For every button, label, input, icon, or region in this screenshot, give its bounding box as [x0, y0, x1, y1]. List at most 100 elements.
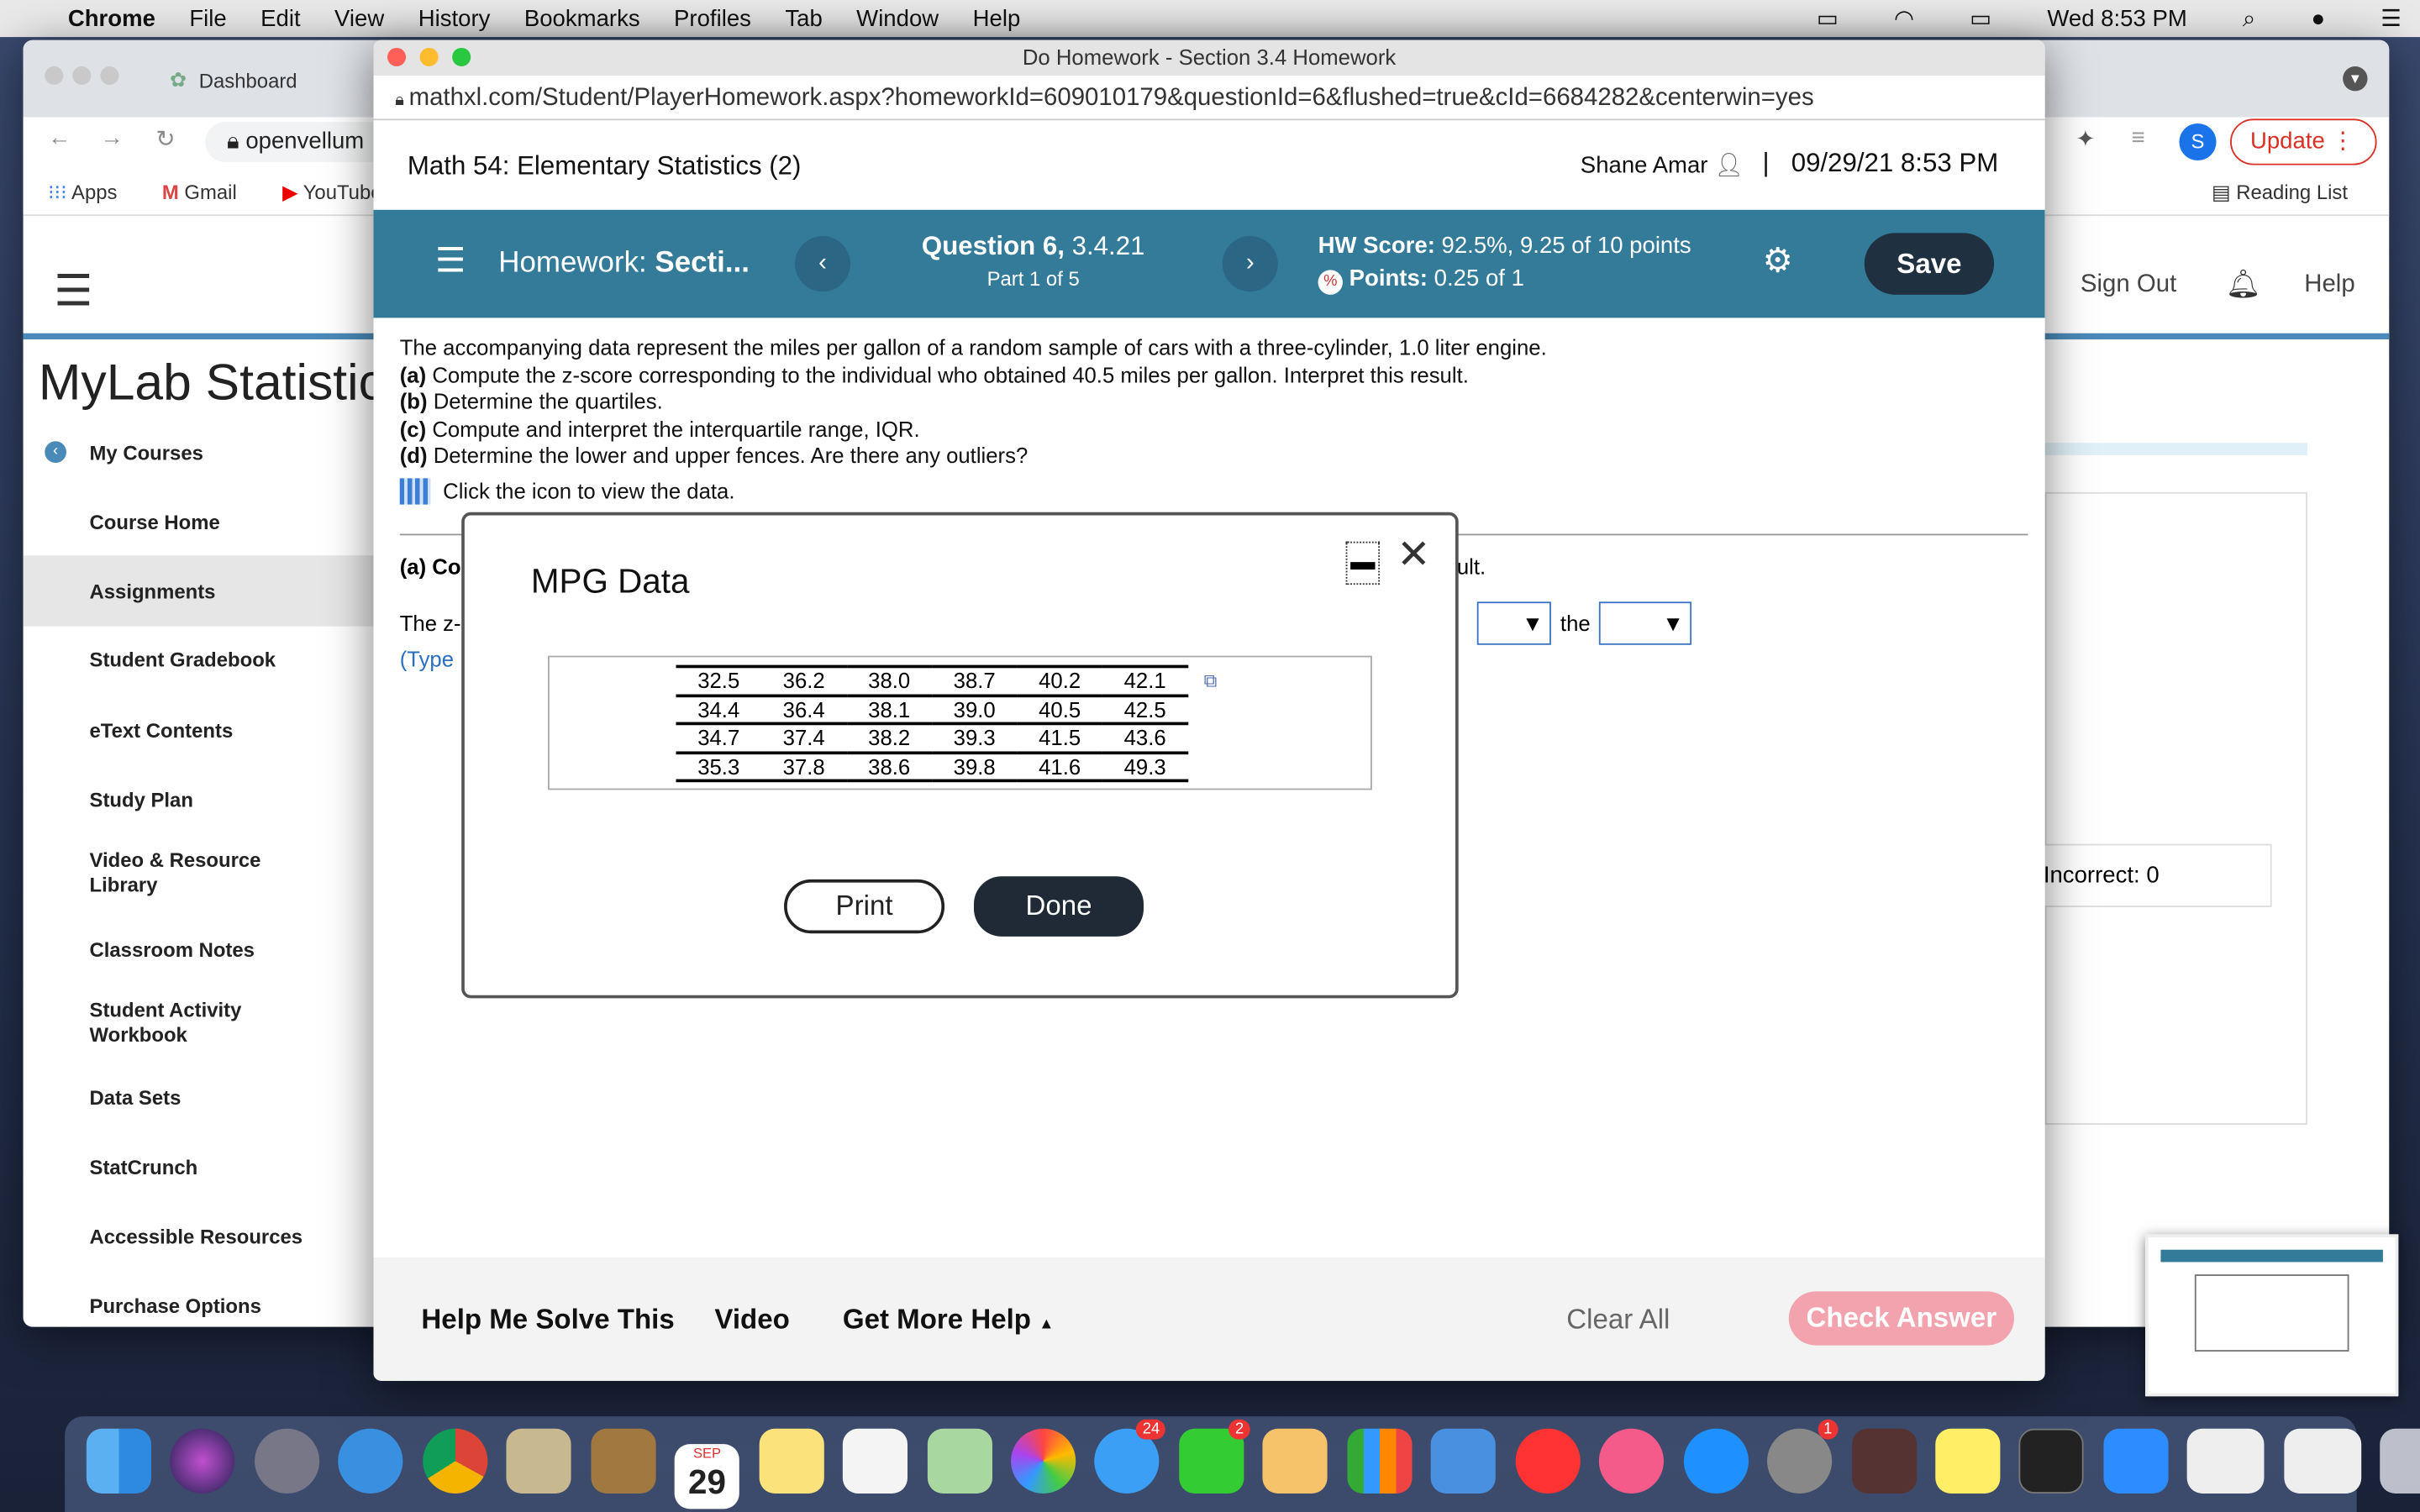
airplay-icon[interactable]: ▭	[1817, 5, 1839, 33]
homework-title[interactable]: Homework: Secti...	[498, 247, 750, 281]
pages-icon[interactable]	[1263, 1428, 1328, 1494]
menu-app[interactable]: Chrome	[68, 5, 155, 31]
app-store-icon[interactable]	[1683, 1428, 1749, 1494]
safari-icon[interactable]	[338, 1428, 404, 1494]
video-button[interactable]: Video	[714, 1304, 789, 1336]
done-button[interactable]: Done	[973, 876, 1144, 937]
sidebar-item-video-library[interactable]: Video & Resource Library	[90, 848, 291, 898]
zoom-icon[interactable]	[2103, 1428, 2169, 1494]
mail-icon[interactable]	[506, 1428, 572, 1494]
maps-icon[interactable]	[927, 1428, 992, 1494]
news-icon[interactable]	[1515, 1428, 1581, 1494]
clear-all-button[interactable]: Clear All	[1566, 1304, 1670, 1336]
siri-icon[interactable]: ●	[2311, 5, 2325, 31]
menu-icon[interactable]: ☰	[435, 241, 466, 281]
sidebar-item-data-sets[interactable]: Data Sets	[90, 1086, 182, 1110]
menu-window[interactable]: Window	[856, 5, 939, 31]
recent-document-icon[interactable]	[2187, 1428, 2265, 1494]
get-more-help-button[interactable]: Get More Help ▲	[843, 1304, 1055, 1336]
data-link[interactable]: Click the icon to view the data.	[399, 477, 1547, 506]
finder-icon[interactable]	[86, 1428, 151, 1494]
zoom-window-button[interactable]	[452, 47, 471, 66]
update-button[interactable]: Update ⋮	[2230, 118, 2377, 165]
contacts-icon[interactable]	[590, 1428, 656, 1494]
sidebar-item-activity-workbook[interactable]: Student Activity Workbook	[90, 998, 291, 1047]
media-icon[interactable]: ≡	[2132, 125, 2145, 151]
trash-icon[interactable]	[2380, 1428, 2420, 1494]
launchpad-icon[interactable]	[254, 1428, 320, 1494]
close-window-button[interactable]	[387, 47, 407, 66]
sidebar-item-assignments[interactable]: Assignments	[90, 580, 216, 605]
sidebar-item-study-plan[interactable]: Study Plan	[90, 789, 193, 813]
data-table-icon[interactable]	[399, 478, 431, 506]
bookmark-apps[interactable]: ⁝⁝⁝ Apps	[48, 181, 118, 205]
answer-dropdown-2[interactable]: ▼	[1598, 601, 1692, 645]
music-icon[interactable]	[1599, 1428, 1665, 1494]
sidebar-item-purchase-options[interactable]: Purchase Options	[90, 1294, 261, 1319]
back-icon[interactable]: ←	[48, 125, 71, 151]
recent-document-icon[interactable]	[2283, 1428, 2361, 1494]
help-me-solve-button[interactable]: Help Me Solve This	[421, 1304, 674, 1336]
wifi-icon[interactable]: ◠	[1894, 5, 1914, 33]
forward-icon[interactable]: →	[100, 125, 124, 151]
next-question-button[interactable]: ›	[1222, 236, 1278, 292]
menu-file[interactable]: File	[189, 5, 226, 31]
profile-avatar[interactable]: S	[2179, 123, 2217, 161]
photos-icon[interactable]	[1011, 1428, 1076, 1494]
sidebar-item-course-home[interactable]: Course Home	[90, 511, 220, 535]
chrome-icon[interactable]	[422, 1428, 488, 1494]
menu-profiles[interactable]: Profiles	[674, 5, 751, 31]
notes-icon[interactable]	[758, 1428, 824, 1494]
check-answer-button[interactable]: Check Answer	[1788, 1291, 2014, 1346]
bookmark-gmail[interactable]: M Gmail	[162, 181, 237, 204]
menu-help[interactable]: Help	[973, 5, 1021, 31]
hamburger-menu-icon[interactable]: ☰	[54, 265, 92, 317]
print-button[interactable]: Print	[784, 879, 945, 934]
bookmark-youtube[interactable]: ▶ YouTube	[282, 181, 381, 205]
menu-bookmarks[interactable]: Bookmarks	[524, 5, 640, 31]
menu-view[interactable]: View	[334, 5, 384, 31]
messages-icon[interactable]: 24	[1095, 1419, 1166, 1494]
keynote-icon[interactable]	[1431, 1428, 1497, 1494]
sidebar-item-gradebook[interactable]: Student Gradebook	[90, 648, 276, 672]
activity-monitor-icon[interactable]	[2019, 1428, 2085, 1494]
sidebar-item-etext[interactable]: eText Contents	[90, 719, 234, 743]
collapse-icon[interactable]: ‹	[45, 441, 66, 464]
photo-booth-icon[interactable]	[1851, 1428, 1917, 1494]
clock[interactable]: Wed 8:53 PM	[2047, 5, 2186, 31]
reload-icon[interactable]: ↻	[156, 125, 176, 153]
minimize-window-button[interactable]	[419, 47, 439, 66]
tab-dashboard[interactable]: ✿ Dashboard	[170, 55, 386, 105]
previous-question-button[interactable]: ‹	[794, 236, 851, 292]
search-icon[interactable]: ⌕	[2243, 5, 2255, 31]
screenshot-thumbnail[interactable]	[2145, 1234, 2399, 1397]
sidebar-item-statcrunch[interactable]: StatCrunch	[90, 1156, 198, 1180]
sidebar-item-accessible-resources[interactable]: Accessible Resources	[90, 1225, 303, 1249]
extensions-icon[interactable]: ✦	[2075, 125, 2095, 153]
reminders-icon[interactable]	[842, 1428, 908, 1494]
siri-icon[interactable]	[170, 1428, 236, 1494]
numbers-icon[interactable]	[1347, 1428, 1413, 1494]
copy-data-icon[interactable]: ⧉	[1204, 669, 1218, 693]
reading-list[interactable]: ▤ Reading List	[2212, 181, 2348, 205]
system-preferences-icon[interactable]: 1	[1767, 1419, 1839, 1494]
notifications-bell-icon[interactable]: 🔔︎	[2226, 269, 2261, 302]
close-dialog-icon[interactable]: ✕	[1397, 531, 1430, 579]
tab-search-icon[interactable]: ▼	[2343, 66, 2368, 92]
save-button[interactable]: Save	[1864, 233, 1995, 295]
sidebar-item-my-courses[interactable]: My Courses	[90, 441, 203, 465]
battery-icon[interactable]: ▭	[1970, 5, 1991, 33]
menu-history[interactable]: History	[418, 5, 491, 31]
facetime-icon[interactable]: 2	[1179, 1419, 1250, 1494]
help-link[interactable]: Help	[2304, 271, 2354, 299]
sidebar-item-classroom-notes[interactable]: Classroom Notes	[90, 938, 255, 963]
menu-edit[interactable]: Edit	[260, 5, 300, 31]
menu-tab[interactable]: Tab	[785, 5, 822, 31]
address-bar[interactable]: 🔒︎ openvellum	[205, 122, 391, 162]
calendar-icon[interactable]: SEP 29	[674, 1444, 740, 1509]
answer-dropdown-1[interactable]: ▼	[1476, 601, 1551, 645]
popup-url-bar[interactable]: 🔒︎ mathxl.com/Student/PlayerHomework.asp…	[373, 75, 2045, 121]
sign-out-link[interactable]: Sign Out	[2081, 271, 2176, 299]
minimize-dialog-icon[interactable]: ▬	[1345, 541, 1381, 585]
stickies-icon[interactable]	[1935, 1428, 2001, 1494]
